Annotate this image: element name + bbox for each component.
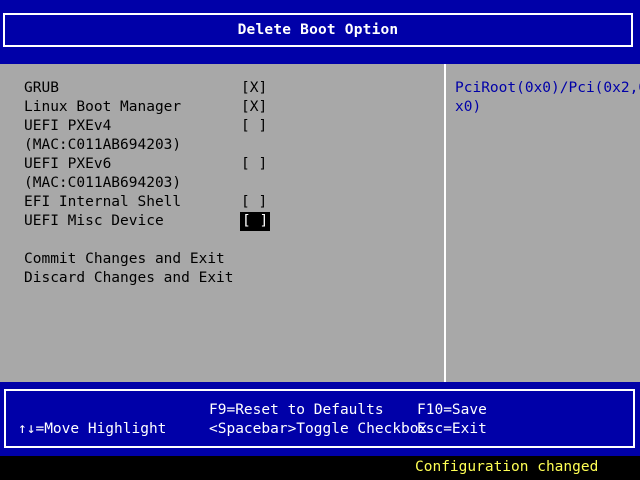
commit-changes-button[interactable]: Commit Changes and Exit <box>24 250 225 269</box>
reset-defaults-hint: F9=Reset to Defaults <box>209 402 384 418</box>
save-hint: F10=Save <box>417 402 487 418</box>
boot-option-grub[interactable]: GRUB <box>24 79 59 98</box>
boot-option-linux-boot-manager[interactable]: Linux Boot Manager <box>24 98 181 117</box>
help-text-line1: PciRoot(0x0)/Pci(0x2,0 <box>455 80 640 96</box>
key-help-frame: F9=Reset to Defaults F10=Save ↑↓=Move Hi… <box>4 389 635 448</box>
main-panel: GRUB [X] Linux Boot Manager [X] UEFI PXE… <box>0 64 640 382</box>
page-title: Delete Boot Option <box>237 22 399 38</box>
boot-option-uefi-pxev6-mac: (MAC:C011AB694203) <box>24 175 182 191</box>
checkbox-linux-boot-manager[interactable]: [X] <box>241 98 267 117</box>
checkbox-efi-internal-shell[interactable]: [ ] <box>241 193 267 212</box>
boot-option-uefi-pxev4[interactable]: UEFI PXEv4 <box>24 117 111 136</box>
move-highlight-hint: ↑↓=Move Highlight <box>18 421 167 437</box>
status-bar: Configuration changed <box>0 456 640 480</box>
boot-option-uefi-pxev6[interactable]: UEFI PXEv6 <box>24 155 111 174</box>
boot-option-efi-internal-shell[interactable]: EFI Internal Shell <box>24 193 181 212</box>
status-message: Configuration changed <box>415 459 599 475</box>
title-bar: Delete Boot Option <box>0 0 640 64</box>
checkbox-uefi-misc-device[interactable]: [ ] <box>240 212 271 231</box>
checkbox-uefi-pxev6[interactable]: [ ] <box>241 155 267 174</box>
boot-option-uefi-misc-device[interactable]: UEFI Misc Device <box>24 212 164 231</box>
help-text-line2: x0) <box>455 99 482 115</box>
checkbox-uefi-pxev4[interactable]: [ ] <box>241 117 267 136</box>
key-help-bar: F9=Reset to Defaults F10=Save ↑↓=Move Hi… <box>0 382 640 456</box>
exit-hint: Esc=Exit <box>417 421 487 437</box>
toggle-checkbox-hint: <Spacebar>Toggle Checkbox <box>209 421 428 437</box>
discard-changes-button[interactable]: Discard Changes and Exit <box>24 269 234 288</box>
boot-option-uefi-pxev4-mac: (MAC:C011AB694203) <box>24 137 182 153</box>
checkbox-grub[interactable]: [X] <box>241 79 267 98</box>
title-frame: Delete Boot Option <box>3 13 633 47</box>
panel-divider <box>444 64 446 382</box>
